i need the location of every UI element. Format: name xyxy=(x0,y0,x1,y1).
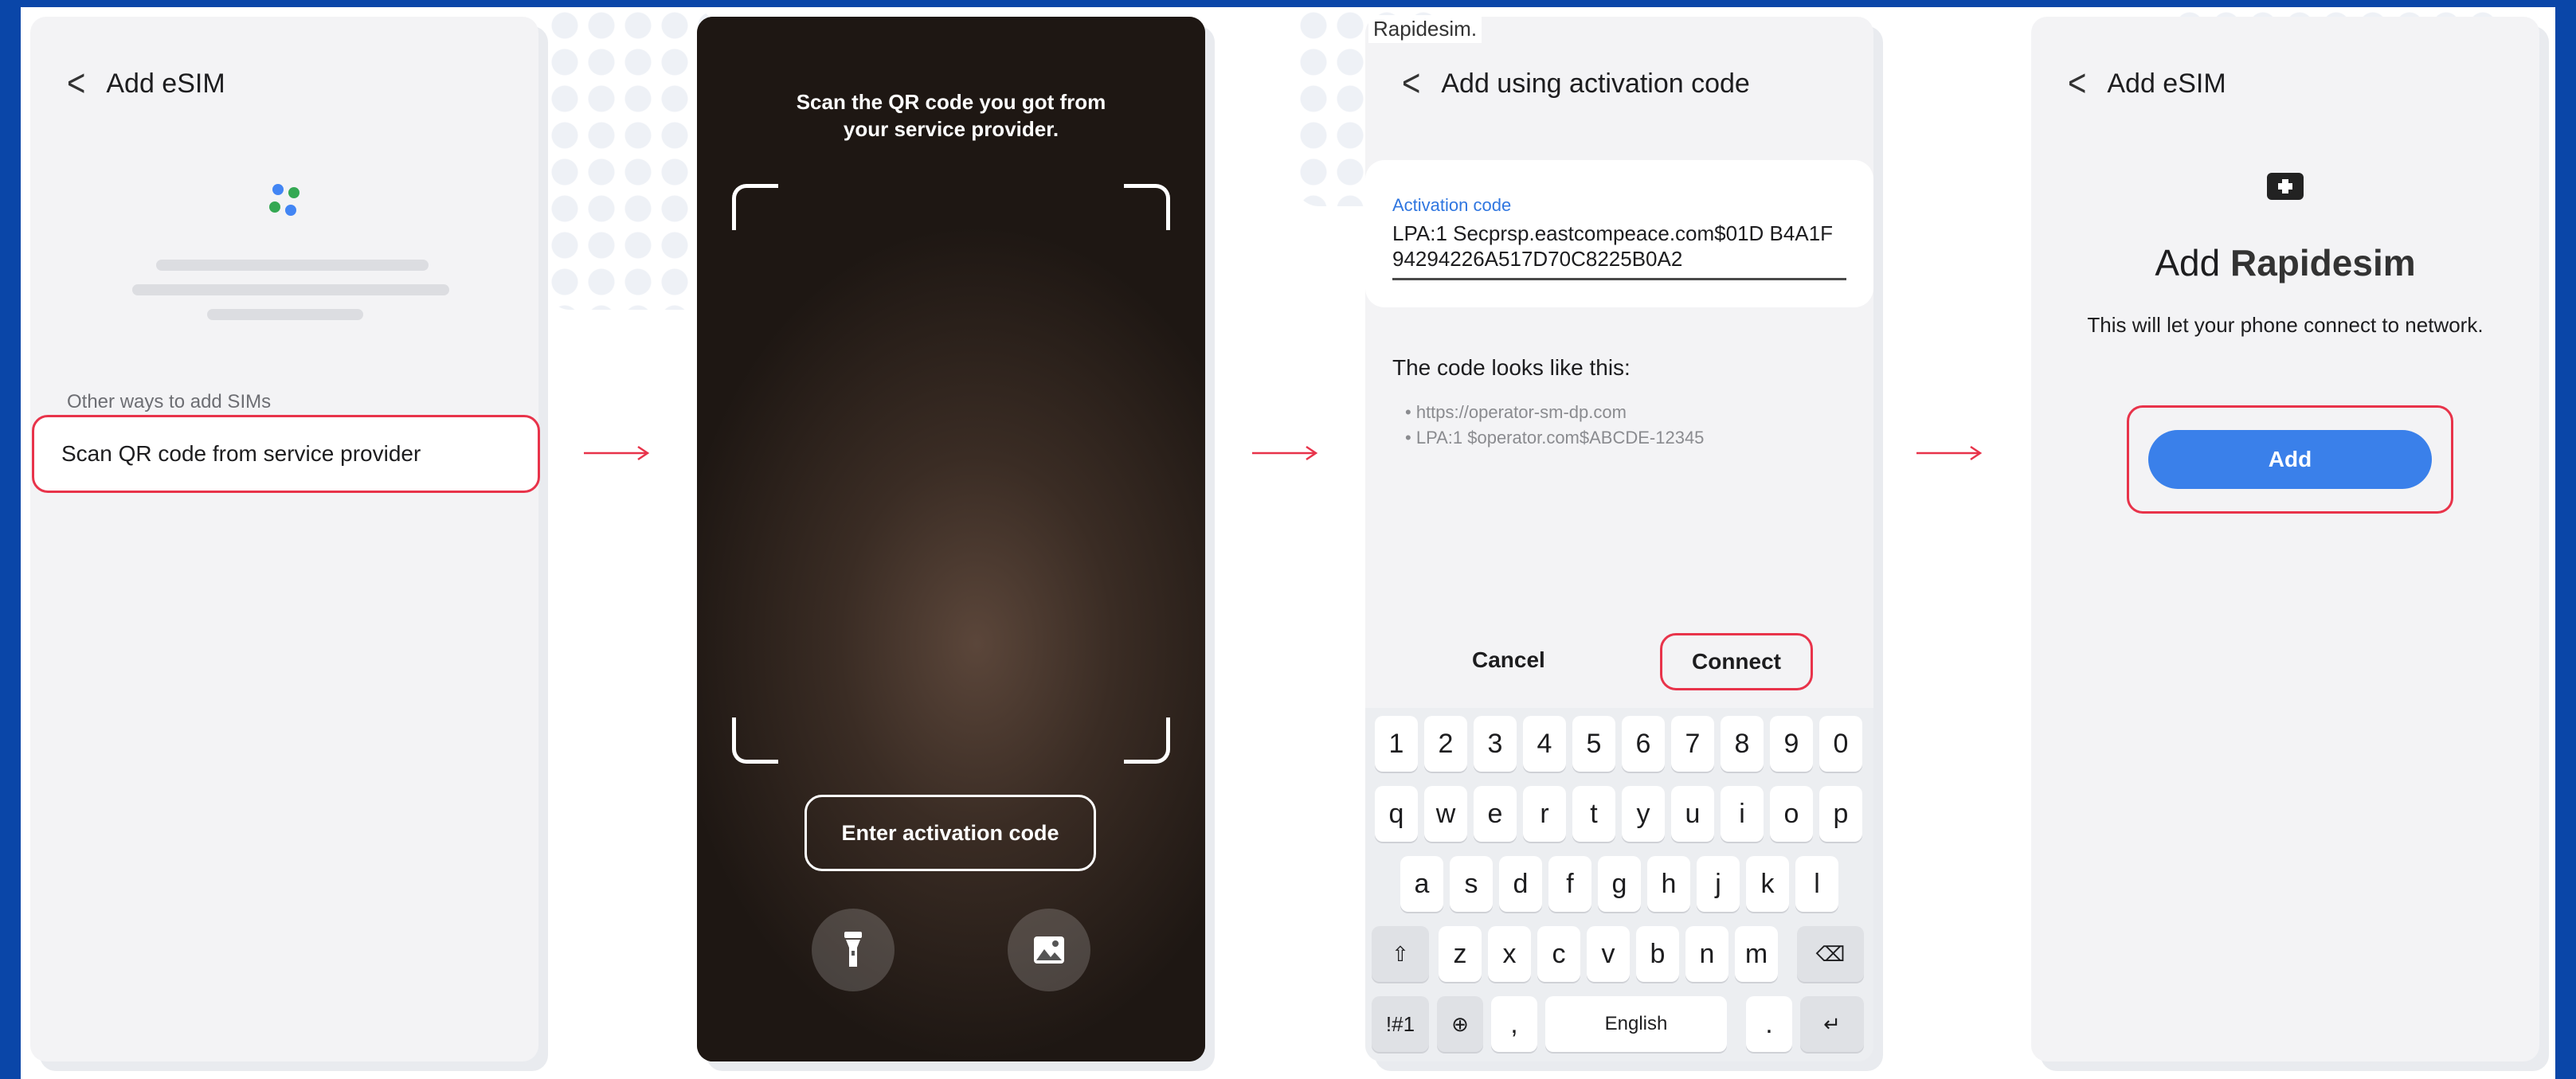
key-b[interactable]: b xyxy=(1636,926,1679,982)
phone-screen-confirm-add: < Add eSIM Add Rapidesim This will let y… xyxy=(2031,17,2539,1061)
arrow-right-icon xyxy=(584,445,650,461)
screen-title: Add eSIM xyxy=(2107,68,2226,99)
shift-key[interactable]: ⇧ xyxy=(1372,926,1429,982)
screen-header: < Add eSIM xyxy=(2068,63,2226,105)
tutorial-canvas: < Add eSIM Other ways to add SIMs Scan Q… xyxy=(21,7,2555,1079)
key-2[interactable]: 2 xyxy=(1424,716,1467,772)
key-a[interactable]: a xyxy=(1400,856,1443,912)
phone-screen-add-esim: < Add eSIM Other ways to add SIMs xyxy=(30,17,538,1061)
key-4[interactable]: 4 xyxy=(1523,716,1566,772)
scan-frame-corner xyxy=(1124,717,1170,764)
key-0[interactable]: 0 xyxy=(1819,716,1862,772)
on-screen-keyboard: 1 2 3 4 5 6 7 8 9 0 q w e r t y u i o p a s d f g h j k l ⇧ z x c v b n m ⌫ !#… xyxy=(1365,708,1873,1061)
scan-instruction: Scan the QR code you got from your servi… xyxy=(796,90,1106,141)
key-9[interactable]: 9 xyxy=(1770,716,1813,772)
cancel-button[interactable]: Cancel xyxy=(1472,647,1545,673)
key-e[interactable]: e xyxy=(1474,786,1517,842)
scan-frame-corner xyxy=(1124,184,1170,230)
key-m[interactable]: m xyxy=(1735,926,1778,982)
key-i[interactable]: i xyxy=(1721,786,1764,842)
code-example: • https://operator-sm-dp.com xyxy=(1405,402,1627,422)
key-s[interactable]: s xyxy=(1450,856,1493,912)
arrow-right-icon xyxy=(1252,445,1318,461)
key-h[interactable]: h xyxy=(1647,856,1690,912)
loading-spinner-icon xyxy=(269,184,309,224)
scan-frame-corner xyxy=(732,717,778,764)
key-n[interactable]: n xyxy=(1685,926,1728,982)
connect-button[interactable]: Connect xyxy=(1660,633,1813,690)
back-arrow-icon[interactable]: < xyxy=(1402,63,1420,106)
key-t[interactable]: t xyxy=(1572,786,1615,842)
code-example: • LPA:1 $operator.com$ABCDE-12345 xyxy=(1405,428,1705,448)
arrow-right-icon xyxy=(1916,445,1983,461)
camera-viewfinder xyxy=(697,17,1205,1061)
confirm-description: This will let your phone connect to netw… xyxy=(2087,313,2484,337)
key-3[interactable]: 3 xyxy=(1474,716,1517,772)
key-l[interactable]: l xyxy=(1795,856,1838,912)
back-arrow-icon[interactable]: < xyxy=(67,63,85,106)
key-z[interactable]: z xyxy=(1439,926,1482,982)
key-7[interactable]: 7 xyxy=(1671,716,1714,772)
scan-qr-option[interactable]: Scan QR code from service provider xyxy=(32,415,540,493)
image-icon xyxy=(1034,936,1064,964)
key-u[interactable]: u xyxy=(1671,786,1714,842)
key-g[interactable]: g xyxy=(1598,856,1641,912)
placeholder-line xyxy=(207,309,363,320)
activation-code-input[interactable]: LPA:1 Secprsp.eastcompeace.com$01D B4A1F… xyxy=(1392,221,1838,272)
placeholder-line xyxy=(132,284,449,295)
key-q[interactable]: q xyxy=(1375,786,1418,842)
code-format-heading: The code looks like this: xyxy=(1392,355,1631,380)
globe-icon[interactable]: ⊕ xyxy=(1437,996,1483,1052)
other-ways-heading: Other ways to add SIMs xyxy=(67,391,272,412)
key-x[interactable]: x xyxy=(1488,926,1531,982)
key-p[interactable]: p xyxy=(1819,786,1862,842)
screen-header: < Add eSIM xyxy=(67,63,225,105)
activation-code-field[interactable]: Activation code LPA:1 Secprsp.eastcompea… xyxy=(1365,160,1873,307)
flashlight-icon xyxy=(844,932,862,967)
enter-activation-code-button[interactable]: Enter activation code xyxy=(805,795,1096,871)
key-y[interactable]: y xyxy=(1622,786,1665,842)
confirm-title: Add Rapidesim xyxy=(2155,242,2416,283)
key-d[interactable]: d xyxy=(1499,856,1542,912)
add-button-highlight: Add xyxy=(2127,405,2453,514)
scan-frame-corner xyxy=(732,184,778,230)
key-r[interactable]: r xyxy=(1523,786,1566,842)
key-f[interactable]: f xyxy=(1548,856,1591,912)
placeholder-line xyxy=(156,260,429,271)
phone-screen-activation-code: < Add using activation code Activation c… xyxy=(1365,17,1873,1061)
symbols-key[interactable]: !#1 xyxy=(1372,996,1429,1052)
screen-title: Add eSIM xyxy=(106,68,225,99)
flashlight-button[interactable] xyxy=(812,909,895,991)
key-j[interactable]: j xyxy=(1697,856,1740,912)
screen-header: < Add using activation code xyxy=(1402,63,1750,105)
field-underline xyxy=(1392,278,1846,280)
key-8[interactable]: 8 xyxy=(1721,716,1764,772)
key-c[interactable]: c xyxy=(1537,926,1580,982)
key-v[interactable]: v xyxy=(1587,926,1630,982)
screen-title: Add using activation code xyxy=(1441,68,1750,99)
phone-screen-qr-scanner: Scan the QR code you got from your servi… xyxy=(697,17,1205,1061)
backspace-key[interactable]: ⌫ xyxy=(1797,926,1864,982)
key-w[interactable]: w xyxy=(1424,786,1467,842)
caption-text: Rapidesim. xyxy=(1368,15,1482,43)
enter-key[interactable]: ↵ xyxy=(1800,996,1864,1052)
key-6[interactable]: 6 xyxy=(1622,716,1665,772)
key-period[interactable]: . xyxy=(1746,996,1792,1052)
back-arrow-icon[interactable]: < xyxy=(2068,63,2086,106)
key-comma[interactable]: , xyxy=(1491,996,1537,1052)
key-o[interactable]: o xyxy=(1770,786,1813,842)
key-1[interactable]: 1 xyxy=(1375,716,1418,772)
gallery-button[interactable] xyxy=(1008,909,1090,991)
spacebar[interactable]: English xyxy=(1545,996,1727,1052)
add-button[interactable]: Add xyxy=(2148,430,2432,489)
field-label: Activation code xyxy=(1392,195,1512,215)
key-5[interactable]: 5 xyxy=(1572,716,1615,772)
sim-card-icon xyxy=(2267,173,2304,200)
key-k[interactable]: k xyxy=(1746,856,1789,912)
decorative-dots xyxy=(546,7,714,310)
